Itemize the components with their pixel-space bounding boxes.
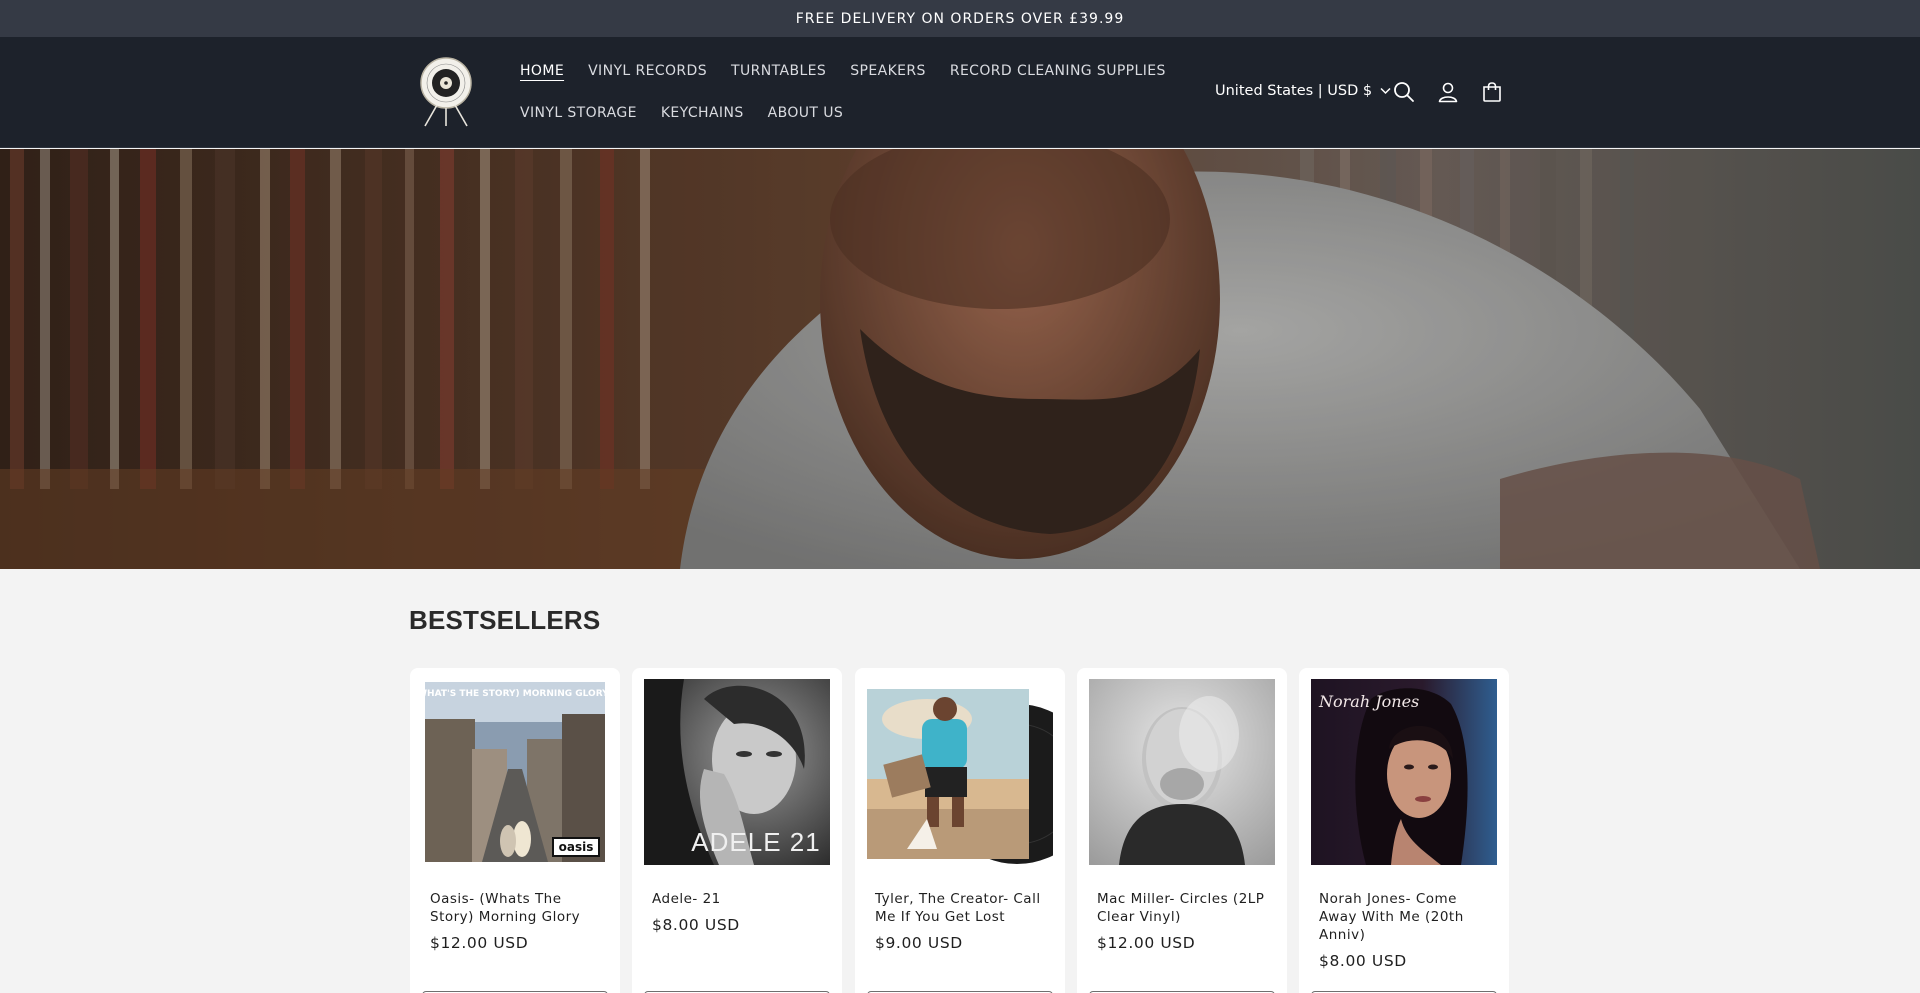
nav-record-cleaning-supplies[interactable]: RECORD CLEANING SUPPLIES [950,61,1166,83]
country-label: United States | USD $ [1215,83,1373,99]
vinyl-logo-icon [420,57,472,127]
cart-icon[interactable] [1480,80,1504,104]
product-title[interactable]: Tyler, The Creator- Call Me If You Get L… [875,890,1053,926]
product-title[interactable]: Adele- 21 [652,890,830,908]
product-price: $8.00 USD [652,916,740,934]
country-currency-selector[interactable]: United States | USD $ [1215,83,1391,99]
bestsellers-heading: BESTSELLERS [409,605,601,635]
nav-speakers[interactable]: SPEAKERS [850,61,926,83]
product-image-adele[interactable]: ADELE 21 [644,679,830,865]
product-image-mac-miller[interactable] [1089,679,1275,865]
product-image-oasis[interactable]: (WHAT'S THE STORY) MORNING GLORY ? oasis [422,679,608,865]
chevron-down-icon [1380,83,1391,99]
product-card[interactable]: (WHAT'S THE STORY) MORNING GLORY ? oasis… [410,668,620,993]
norah-cover-text: Norah Jones [1318,692,1419,711]
product-title[interactable]: Mac Miller- Circles (2LP Clear Vinyl) [1097,890,1275,926]
account-icon[interactable] [1436,80,1460,104]
product-price: $9.00 USD [875,934,963,952]
main-nav-row-2: VINYL STORAGE KEYCHAINS ABOUT US [520,103,867,125]
product-title[interactable]: Oasis- (Whats The Story) Morning Glory [430,890,608,926]
site-header: HOME VINYL RECORDS TURNTABLES SPEAKERS R… [0,37,1920,148]
nav-turntables[interactable]: TURNTABLES [731,61,826,83]
hero-banner-image [0,149,1920,569]
store-logo[interactable] [417,55,475,127]
nav-vinyl-records[interactable]: VINYL RECORDS [588,61,707,83]
oasis-cover-title: (WHAT'S THE STORY) MORNING GLORY ? [422,689,608,699]
product-price: $12.00 USD [430,934,529,952]
nav-vinyl-storage[interactable]: VINYL STORAGE [520,103,637,125]
main-nav-row-1: HOME VINYL RECORDS TURNTABLES SPEAKERS R… [520,61,1190,83]
product-card[interactable]: Tyler, The Creator- Call Me If You Get L… [855,668,1065,993]
nav-keychains[interactable]: KEYCHAINS [661,103,744,125]
product-image-tyler[interactable] [867,679,1053,865]
product-card[interactable]: ADELE 21 Adele- 21 $8.00 USD [632,668,842,993]
product-title[interactable]: Norah Jones- Come Away With Me (20th Ann… [1319,890,1497,944]
adele-cover-text: ADELE 21 [691,827,820,857]
product-card[interactable]: Norah Jones Norah Jones- Come Away With … [1299,668,1509,993]
nav-about-us[interactable]: ABOUT US [768,103,844,125]
announcement-bar: FREE DELIVERY ON ORDERS OVER £39.99 [0,0,1920,37]
product-price: $12.00 USD [1097,934,1196,952]
product-card[interactable]: Mac Miller- Circles (2LP Clear Vinyl) $1… [1077,668,1287,993]
search-icon[interactable] [1392,80,1416,104]
product-price: $8.00 USD [1319,952,1407,970]
product-image-norah-jones[interactable]: Norah Jones [1311,679,1497,865]
nav-home[interactable]: HOME [520,61,564,83]
oasis-cover-logo: oasis [559,840,594,854]
announcement-text: FREE DELIVERY ON ORDERS OVER £39.99 [795,10,1125,27]
hero-photo [0,149,1920,569]
